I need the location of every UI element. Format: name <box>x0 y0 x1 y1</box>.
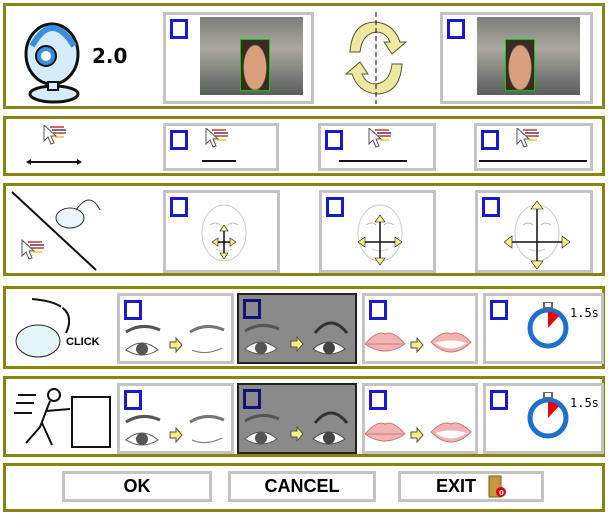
head-medium-movement-icon <box>357 204 403 266</box>
cursor-speed-slow-icon <box>202 128 236 162</box>
camera-mirrored-option[interactable] <box>440 12 593 104</box>
click-wink-option[interactable] <box>117 293 234 364</box>
eye-wink-icon <box>124 324 226 357</box>
cancel-label: CANCEL <box>264 476 340 496</box>
dwell-time: 1.5s <box>570 396 599 410</box>
checkbox[interactable] <box>124 300 142 320</box>
speed-slow-option[interactable] <box>163 123 279 171</box>
click-label: CLICK <box>66 336 100 348</box>
checkbox[interactable] <box>124 390 142 410</box>
checkbox[interactable] <box>243 299 261 319</box>
camera-normal-option[interactable] <box>163 12 314 104</box>
speed-panel <box>3 116 605 176</box>
camera-preview <box>200 17 303 95</box>
button-panel: OK CANCEL EXIT 0 <box>3 463 605 512</box>
dwell-time: 1.5s <box>570 306 599 320</box>
push-drag-icon <box>14 388 111 448</box>
cursor-speed-medium-icon <box>339 128 407 162</box>
exit-door-icon: 0 <box>488 475 506 497</box>
checkbox[interactable] <box>369 390 387 410</box>
drag-dwell-option[interactable]: 1.5s <box>483 383 604 454</box>
webcam-icon <box>24 22 80 104</box>
stopwatch-icon <box>526 302 572 352</box>
ok-label: OK <box>123 476 151 496</box>
eyebrow-raise-icon <box>243 411 349 446</box>
click-panel: CLICK 1.5s <box>3 286 605 369</box>
mouth-open-icon <box>365 332 472 353</box>
checkbox[interactable] <box>490 300 508 320</box>
exit-label: EXIT <box>435 476 476 496</box>
camera-panel: 2.0 <box>3 3 605 109</box>
speed-medium-option[interactable] <box>318 123 436 171</box>
drag-panel: 1.5s <box>3 376 605 457</box>
camera-preview-mirrored <box>477 17 580 95</box>
checkbox[interactable] <box>369 300 387 320</box>
movement-small-option[interactable] <box>163 190 280 273</box>
exit-button[interactable]: EXIT 0 <box>398 471 544 502</box>
checkbox[interactable] <box>447 19 465 39</box>
eyebrow-raise-icon <box>243 321 349 356</box>
ok-button[interactable]: OK <box>62 471 212 502</box>
cursor-speed-fast-icon <box>479 128 587 162</box>
checkbox[interactable] <box>326 197 344 217</box>
head-small-movement-icon <box>201 204 247 262</box>
svg-text:0: 0 <box>499 489 504 497</box>
drag-eyebrows-option[interactable] <box>237 383 357 454</box>
head-large-movement-icon <box>504 200 570 269</box>
movement-panel <box>3 183 605 276</box>
checkbox[interactable] <box>170 130 188 150</box>
click-mouth-option[interactable] <box>362 293 478 364</box>
speed-fast-option[interactable] <box>474 123 593 171</box>
eye-wink-icon <box>124 414 226 447</box>
click-dwell-option[interactable]: 1.5s <box>483 293 604 364</box>
cancel-button[interactable]: CANCEL <box>228 471 376 502</box>
click-eyebrows-option[interactable] <box>237 293 357 364</box>
checkbox[interactable] <box>243 389 261 409</box>
mouse-cursor-icon <box>11 191 101 271</box>
flip-icon <box>344 12 408 104</box>
movement-large-option[interactable] <box>475 190 593 273</box>
checkbox[interactable] <box>482 197 500 217</box>
cursor-speed-icon <box>26 125 82 165</box>
mouse-click-icon <box>15 298 70 358</box>
version-label: 2.0 <box>92 44 128 68</box>
checkbox[interactable] <box>170 197 188 217</box>
movement-medium-option[interactable] <box>319 190 436 273</box>
drag-mouth-option[interactable] <box>362 383 478 454</box>
checkbox[interactable] <box>170 19 188 39</box>
stopwatch-icon <box>526 392 572 442</box>
mouth-open-icon <box>365 422 472 443</box>
checkbox[interactable] <box>490 390 508 410</box>
drag-wink-option[interactable] <box>117 383 234 454</box>
